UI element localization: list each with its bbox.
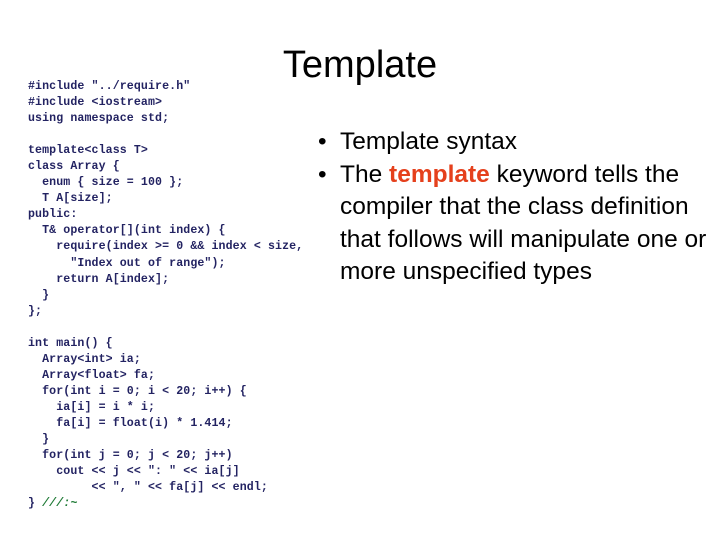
code-line: } <box>28 433 50 447</box>
bullet-text: Template syntax <box>340 128 518 155</box>
bullet-marker-icon: • <box>318 160 327 188</box>
code-line: ia[i] = i * i; <box>28 400 156 414</box>
code-line: return A[index]; <box>28 272 170 286</box>
bullet-marker-icon: • <box>318 128 327 155</box>
code-line: << ", " << fa[j] << endl; <box>28 481 268 495</box>
code-line: for(int i = 0; i < 20; i++) { <box>28 384 247 398</box>
code-line: } <box>28 288 50 302</box>
code-line: template<class T> <box>28 144 148 158</box>
code-line: class Array { <box>28 160 120 174</box>
code-line: #include "../require.h" <box>28 80 191 93</box>
bullet-list: • Template syntax • The template keyword te… <box>318 126 710 289</box>
code-line: cout << j << ": " << ia[j] <box>28 465 240 479</box>
code-line: Array<int> ia; <box>28 352 141 366</box>
code-line: require(index >= 0 && index < size, <box>28 240 304 254</box>
code-listing: #include "../require.h" #include <iostrea… <box>28 79 328 512</box>
code-line: for(int j = 0; j < 20; j++) <box>28 449 233 463</box>
code-line: "Index out of range"); <box>28 256 226 270</box>
code-line: Array<float> fa; <box>28 368 156 382</box>
code-line: T A[size]; <box>28 192 113 206</box>
code-line: int main() { <box>28 336 113 350</box>
code-line: }; <box>28 304 43 318</box>
bullet-template-syntax: • Template syntax <box>318 126 710 159</box>
code-line: fa[i] = float(i) * 1.414; <box>28 416 233 430</box>
code-line: enum { size = 100 }; <box>28 176 184 190</box>
code-line-end-marker: } ///:~ <box>28 497 78 511</box>
code-comment-token: ///:~ <box>42 497 78 511</box>
slide-canvas: Template #include "../require.h" #include… <box>0 0 720 540</box>
code-line: #include <iostream> <box>28 96 163 110</box>
code-line: public: <box>28 208 78 222</box>
bullet-text: The template keyword tells the compiler … <box>340 160 707 286</box>
code-line: T& operator[](int index) { <box>28 224 226 238</box>
bullet-template-keyword: • The template keyword tells the compiler… <box>318 159 710 289</box>
code-line: using namespace std; <box>28 112 170 126</box>
keyword-template: template <box>389 160 490 188</box>
